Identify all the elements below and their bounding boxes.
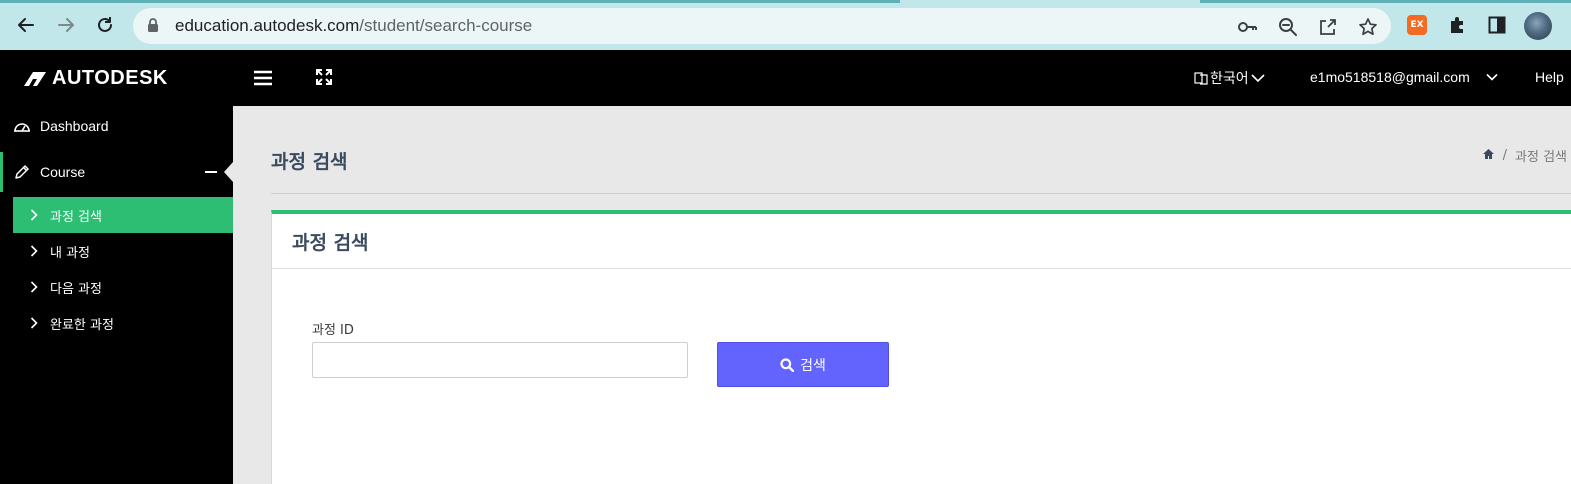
active-pointer	[224, 162, 233, 182]
sidebar: Dashboard Course 과정 검색 내 과정 다음 과정 완료한 과정	[0, 106, 233, 484]
url-path: /student/search-course	[359, 16, 533, 35]
breadcrumb-current: 과정 검색	[1515, 150, 1567, 165]
breadcrumb: / 과정 검색	[1482, 146, 1567, 165]
page-title: 과정 검색	[271, 151, 348, 173]
sidebar-item-label: Dashboard	[40, 118, 109, 134]
divider	[271, 193, 1571, 194]
collapse-icon[interactable]	[205, 171, 217, 173]
user-email: e1mo518518@gmail.com	[1310, 69, 1470, 85]
chevron-right-icon	[30, 281, 40, 293]
breadcrumb-separator: /	[1502, 148, 1508, 163]
puzzle-icon[interactable]	[1447, 14, 1469, 36]
card-header: 과정 검색	[272, 214, 1571, 269]
zoom-out-icon[interactable]	[1277, 16, 1299, 38]
autodesk-logo[interactable]: AUTODESK	[24, 67, 168, 90]
profile-avatar[interactable]	[1524, 12, 1552, 40]
search-button[interactable]: 검색	[717, 342, 889, 387]
chevron-down-icon	[1486, 73, 1498, 81]
fullscreen-icon[interactable]	[315, 68, 333, 86]
sidebar-subitem-label: 내 과정	[50, 245, 91, 261]
search-button-label: 검색	[800, 356, 826, 373]
chevron-right-icon	[30, 245, 40, 257]
sidebar-subitem-label: 완료한 과정	[50, 317, 114, 333]
sidebar-item-label: Course	[40, 164, 86, 180]
home-icon[interactable]	[1482, 148, 1495, 164]
dashboard-icon	[13, 117, 31, 135]
translate-icon	[1194, 72, 1208, 85]
tab-strip-edge	[1200, 0, 1571, 3]
lock-icon[interactable]	[147, 18, 159, 37]
back-icon[interactable]	[14, 13, 38, 37]
sidebar-item-course[interactable]: Course	[0, 152, 233, 192]
course-id-input[interactable]	[312, 342, 688, 378]
sidebar-subitem-completed-course[interactable]: 완료한 과정	[13, 305, 233, 341]
address-bar[interactable]: education.autodesk.com/student/search-co…	[133, 8, 1391, 44]
autodesk-mark-icon	[24, 71, 46, 86]
sidebar-subitem-search-course[interactable]: 과정 검색	[13, 197, 233, 233]
side-panel-icon[interactable]	[1486, 14, 1508, 36]
course-id-label: 과정 ID	[312, 323, 354, 338]
logo-text: AUTODESK	[52, 67, 168, 89]
share-icon[interactable]	[1317, 16, 1339, 38]
extension-badge: EX	[1407, 15, 1427, 35]
star-icon[interactable]	[1357, 16, 1379, 38]
url-host: education.autodesk.com	[175, 16, 360, 35]
chevron-down-icon	[1251, 74, 1265, 83]
language-label: 한국어	[1210, 71, 1249, 87]
extension-ex-icon[interactable]: EX	[1406, 14, 1428, 36]
main-content: 과정 검색 / 과정 검색 과정 검색 과정 ID 검색	[233, 106, 1571, 484]
user-menu[interactable]: e1mo518518@gmail.com	[1310, 69, 1498, 85]
sidebar-subitem-label: 과정 검색	[50, 209, 102, 225]
language-selector[interactable]: 한국어	[1194, 68, 1265, 88]
tab-strip-edge	[0, 0, 900, 3]
key-icon[interactable]	[1237, 16, 1259, 38]
pencil-icon	[13, 163, 31, 181]
sidebar-subitem-next-course[interactable]: 다음 과정	[13, 269, 233, 305]
sidebar-subitem-my-course[interactable]: 내 과정	[13, 233, 233, 269]
chevron-right-icon	[30, 317, 40, 329]
browser-toolbar: education.autodesk.com/student/search-co…	[0, 0, 1571, 50]
menu-toggle-icon[interactable]	[253, 69, 273, 87]
sidebar-subitem-label: 다음 과정	[50, 281, 102, 297]
help-link[interactable]: Help	[1535, 69, 1564, 85]
sidebar-item-dashboard[interactable]: Dashboard	[0, 106, 233, 146]
card-title: 과정 검색	[292, 232, 369, 254]
app-header: AUTODESK 한국어 e1mo518518@gmail.com Help	[0, 50, 1571, 106]
search-card: 과정 검색 과정 ID 검색	[271, 210, 1571, 484]
forward-icon[interactable]	[54, 13, 78, 37]
reload-icon[interactable]	[93, 13, 117, 37]
search-icon	[780, 357, 795, 372]
url-text[interactable]: education.autodesk.com/student/search-co…	[175, 16, 532, 36]
chevron-right-icon	[30, 209, 40, 221]
